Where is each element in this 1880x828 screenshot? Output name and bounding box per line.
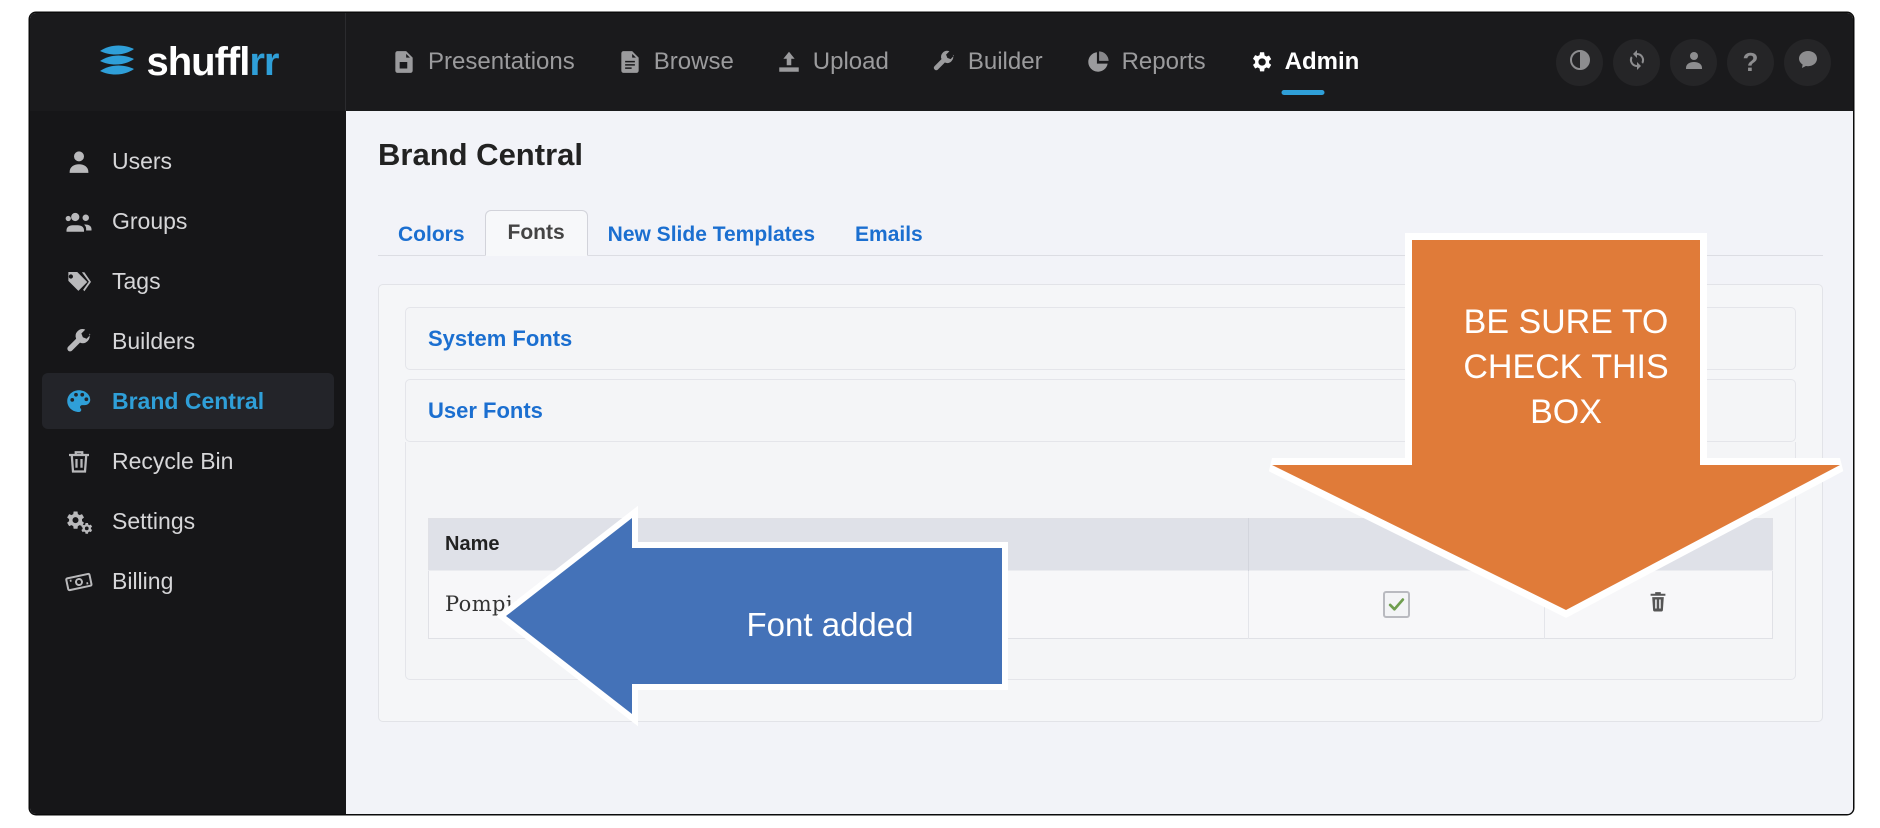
wrench-icon <box>64 327 94 355</box>
column-header-action: Action <box>1544 518 1773 571</box>
sidebar-item-tags[interactable]: Tags <box>42 253 334 309</box>
table-row: Pompiere-Regular.ttf <box>428 570 1773 639</box>
brand-central-tabs: Colors Fonts New Slide Templates Emails <box>378 210 1823 256</box>
nav-item-admin[interactable]: Admin <box>1227 13 1381 111</box>
upload-icon <box>776 49 802 75</box>
user-icon-button[interactable] <box>1670 38 1717 86</box>
user-icon <box>1682 48 1706 77</box>
tab-fonts[interactable]: Fonts <box>484 210 588 256</box>
upload-font-button[interactable]: Upload <box>1648 462 1765 504</box>
user-fonts-panel-body: Upload Name Action Pompiere-Regular.ttf <box>405 442 1796 680</box>
sidebar-item-label: Tags <box>112 267 161 294</box>
admin-sidebar: Users Groups Tags Builders Brand Central <box>30 111 346 814</box>
nav-item-browse[interactable]: Browse <box>596 13 755 111</box>
shufflrr-layers-icon <box>96 42 138 82</box>
delete-font-icon[interactable] <box>1646 588 1670 621</box>
sidebar-item-billing[interactable]: Billing <box>42 553 334 609</box>
nav-item-presentations[interactable]: P Presentations <box>370 13 596 111</box>
tag-icon <box>64 267 94 295</box>
trash-icon <box>64 447 94 475</box>
help-icon: ? <box>1742 47 1759 77</box>
sidebar-item-groups[interactable]: Groups <box>42 193 334 249</box>
nav-item-reports[interactable]: Reports <box>1064 13 1227 111</box>
top-right-actions: ? <box>1556 13 1831 111</box>
tab-emails[interactable]: Emails <box>835 214 943 255</box>
document-icon <box>617 49 643 75</box>
money-icon <box>64 567 94 595</box>
orange-callout-text: BE SURE TO CHECK THIS BOX <box>1463 303 1669 431</box>
sidebar-item-label: Brand Central <box>112 387 265 414</box>
logo-word-accent: rr <box>249 39 279 84</box>
logo-word-primary: shuffl <box>146 39 250 84</box>
accordion-title: User Fonts <box>428 397 543 423</box>
sync-icon <box>1625 48 1649 77</box>
users-group-icon <box>64 207 94 235</box>
sidebar-item-label: Billing <box>112 567 174 594</box>
cell-action <box>1544 570 1773 639</box>
nav-label: Builder <box>967 48 1043 75</box>
font-name-text: Pompiere-Regular.ttf <box>445 592 675 616</box>
nav-item-upload[interactable]: Upload <box>755 13 910 111</box>
sidebar-item-users[interactable]: Users <box>42 133 334 189</box>
contrast-icon-button[interactable] <box>1556 38 1603 86</box>
nav-label: Browse <box>653 48 734 75</box>
user-fonts-table: Name Action Pompiere-Regular.ttf <box>428 518 1773 639</box>
nav-label: Admin <box>1284 48 1360 75</box>
table-body: Pompiere-Regular.ttf <box>428 570 1773 639</box>
check-icon <box>1388 598 1404 611</box>
presentation-file-icon: P <box>391 49 417 75</box>
chat-icon <box>1796 48 1820 77</box>
chat-icon-button[interactable] <box>1784 38 1831 86</box>
svg-text:P: P <box>401 62 406 69</box>
page-title: Brand Central <box>378 137 583 172</box>
blue-callout-text: Font added <box>746 606 914 643</box>
sync-icon-button[interactable] <box>1613 38 1660 86</box>
gear-icon <box>1248 49 1274 75</box>
nav-label: Upload <box>812 48 889 75</box>
sidebar-item-builders[interactable]: Builders <box>42 313 334 369</box>
sidebar-item-label: Recycle Bin <box>112 447 234 474</box>
sidebar-item-brand-central[interactable]: Brand Central <box>42 373 334 429</box>
enable-font-checkbox[interactable] <box>1382 591 1410 618</box>
sidebar-item-recycle-bin[interactable]: Recycle Bin <box>42 433 334 489</box>
column-header-name: Name <box>428 518 1249 571</box>
nav-item-builder[interactable]: Builder <box>910 13 1064 111</box>
cell-enabled-checkbox <box>1248 570 1545 639</box>
main-content: Brand Central Colors Fonts New Slide Tem… <box>346 111 1853 814</box>
nav-label: Presentations <box>428 48 575 75</box>
accordion-title: System Fonts <box>428 325 573 351</box>
pie-chart-icon <box>1085 49 1111 75</box>
help-icon-button[interactable]: ? <box>1727 38 1774 86</box>
upload-controls-row: Upload <box>428 460 1773 506</box>
contrast-icon <box>1568 48 1592 77</box>
wrench-icon <box>931 49 957 75</box>
palette-icon <box>64 387 94 415</box>
sidebar-item-label: Builders <box>112 327 196 354</box>
sidebar-item-label: Settings <box>112 507 196 534</box>
table-head: Name Action <box>428 518 1773 571</box>
table-header-row: Name Action <box>428 518 1773 571</box>
tab-colors[interactable]: Colors <box>378 214 485 255</box>
top-navigation-bar: shufflrr P Presentations Browse Upload B… <box>30 13 1853 111</box>
tab-new-slide-templates[interactable]: New Slide Templates <box>588 214 835 255</box>
sidebar-item-settings[interactable]: Settings <box>42 493 334 549</box>
gears-icon <box>64 507 94 535</box>
primary-nav: P Presentations Browse Upload Builder Re… <box>346 13 1380 111</box>
nav-label: Reports <box>1121 48 1206 75</box>
sidebar-item-label: Groups <box>112 207 188 234</box>
logo-wordmark: shufflrr <box>146 39 279 85</box>
sidebar-item-label: Users <box>112 147 173 174</box>
column-header-enabled <box>1248 518 1545 571</box>
user-icon <box>64 147 94 175</box>
app-logo[interactable]: shufflrr <box>30 13 346 111</box>
